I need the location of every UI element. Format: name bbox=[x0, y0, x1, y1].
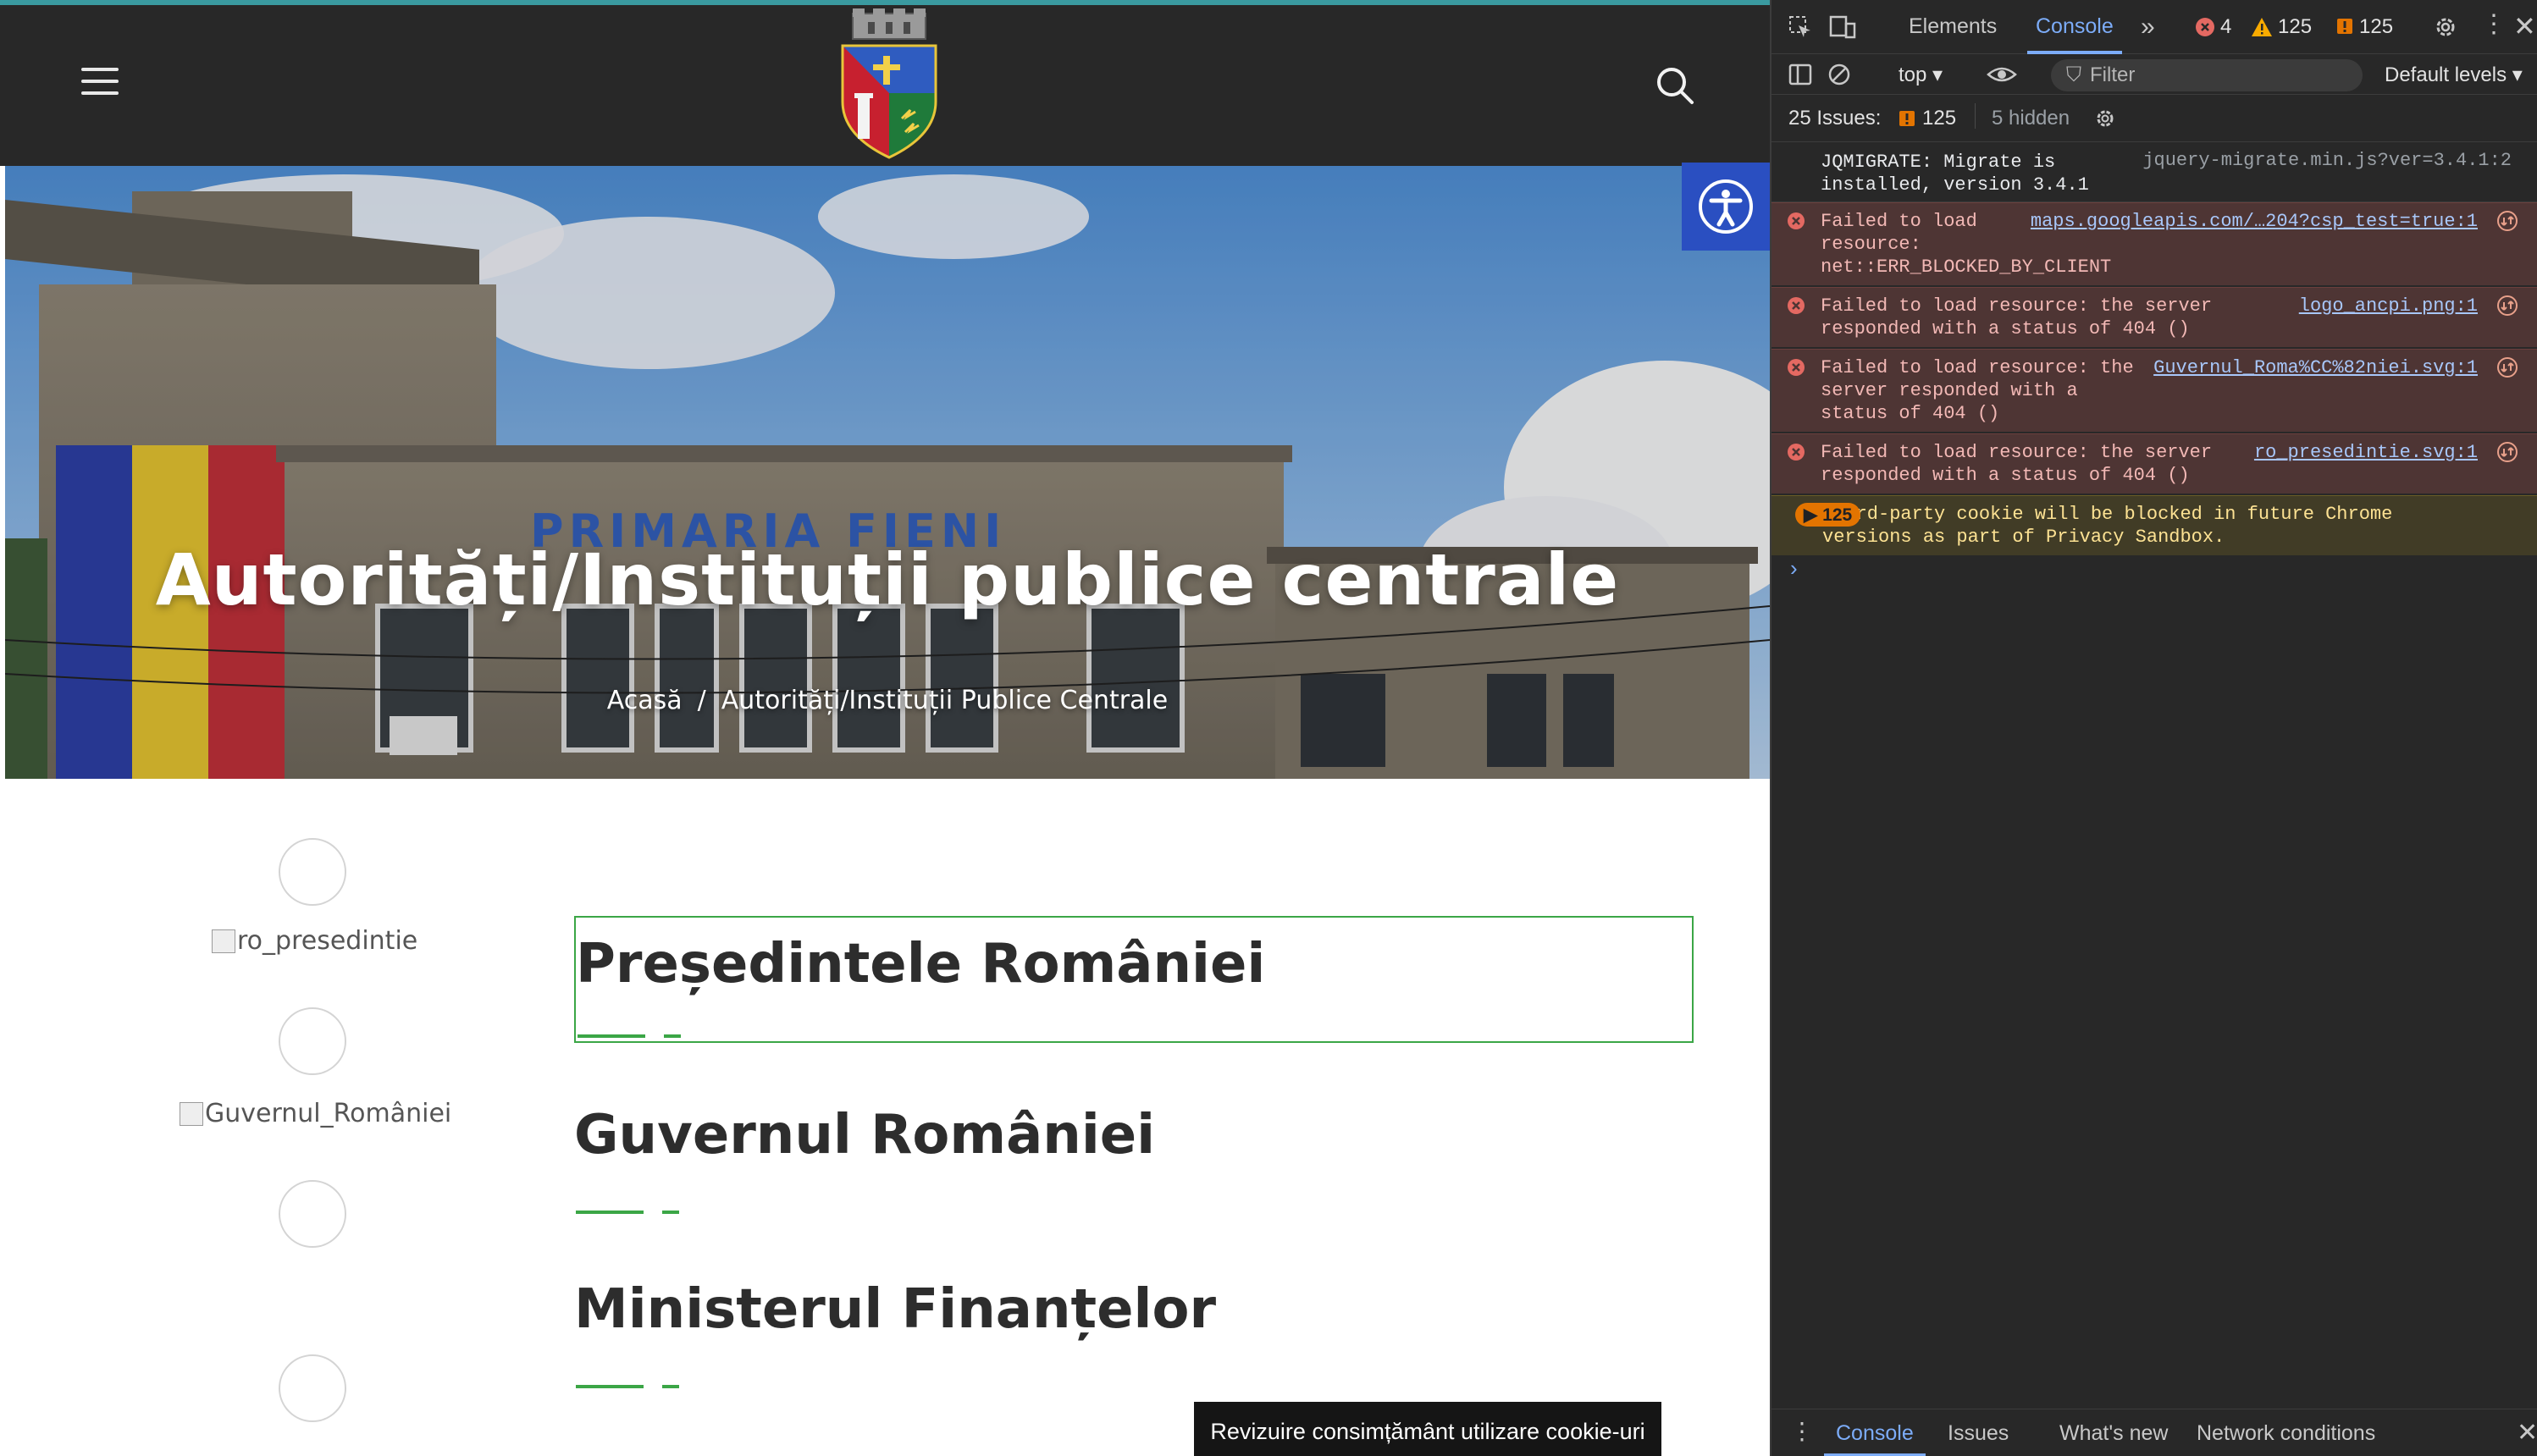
error-icon bbox=[1788, 444, 1805, 461]
network-request-icon[interactable] bbox=[2496, 295, 2518, 317]
more-options-icon[interactable]: ⋮ bbox=[2481, 12, 2507, 37]
broken-image-ro-presedintie: ro_presedintie bbox=[212, 926, 417, 956]
broken-image-guvernul: Guvernul_României bbox=[180, 1099, 451, 1128]
cookie-consent-button[interactable]: Revizuire consimțământ utilizare cookie-… bbox=[1194, 1402, 1661, 1456]
network-request-icon[interactable] bbox=[2496, 210, 2518, 232]
message-source-link[interactable]: Guvernul_Roma%CC%82niei.svg:1 bbox=[2153, 356, 2478, 379]
website-viewport: PRIMARIA FIENI Autorități/Instituții pub… bbox=[0, 0, 1770, 1456]
message-source-link[interactable]: ro_presedintie.svg:1 bbox=[2254, 441, 2478, 464]
breadcrumb: Acasă / Autorități/Instituții Publice Cent… bbox=[5, 686, 1770, 715]
warning-counter[interactable]: 125 bbox=[2251, 15, 2312, 39]
close-icon[interactable]: ✕ bbox=[2513, 10, 2536, 42]
drawer-tab-console[interactable]: Console bbox=[1824, 1409, 1926, 1456]
close-drawer-icon[interactable]: ✕ bbox=[2517, 1418, 2537, 1448]
console-message-warning-group[interactable]: ▶ 125 Third-party cookie will be blocked … bbox=[1771, 495, 2537, 555]
message-source-link[interactable]: jquery-migrate.min.js?ver=3.4.1:2 bbox=[2142, 149, 2512, 172]
page-title: Autorități/Instituții publice centrale bbox=[155, 538, 1620, 621]
breadcrumb-current: Autorități/Instituții Publice Centrale bbox=[721, 686, 1169, 715]
filter-funnel-icon: ⛉ bbox=[2066, 63, 2081, 86]
entry-ministerul-finantelor[interactable]: Ministerul Finanțelor bbox=[574, 1266, 1694, 1393]
issues-counter[interactable]: 125 bbox=[2335, 15, 2393, 39]
network-request-icon[interactable] bbox=[2496, 441, 2518, 463]
breadcrumb-home-link[interactable]: Acasă bbox=[607, 686, 683, 715]
inspect-element-icon[interactable] bbox=[1788, 15, 1812, 39]
hidden-issues-count: 5 hidden bbox=[1992, 106, 2070, 130]
error-icon bbox=[1788, 297, 1805, 314]
log-levels-dropdown[interactable]: Default levels ▾ bbox=[2385, 63, 2523, 87]
tab-console[interactable]: Console bbox=[2027, 0, 2122, 54]
drawer-tab-issues[interactable]: Issues bbox=[1948, 1409, 2009, 1456]
accessibility-button[interactable] bbox=[1682, 163, 1770, 251]
issue-flag-icon bbox=[1899, 110, 1915, 126]
broken-image-icon bbox=[180, 1101, 203, 1126]
broken-image-icon bbox=[212, 929, 235, 953]
error-icon bbox=[1788, 359, 1805, 376]
drawer-tab-network-conditions[interactable]: Network conditions bbox=[2197, 1409, 2375, 1456]
warning-icon bbox=[2252, 18, 2272, 36]
clear-console-icon[interactable] bbox=[1827, 63, 1851, 86]
drawer-tab-whats-new[interactable]: What's new bbox=[2059, 1409, 2168, 1456]
entry-presedintele[interactable]: Președintele României bbox=[574, 916, 1694, 1043]
issue-flag-icon bbox=[2337, 19, 2352, 34]
site-header bbox=[0, 5, 1770, 166]
message-source-link[interactable]: maps.googleapis.com/…204?csp_test=true:1 bbox=[2031, 210, 2478, 233]
more-tabs-icon[interactable]: » bbox=[2141, 0, 2155, 54]
error-icon bbox=[2196, 18, 2214, 36]
menu-icon[interactable] bbox=[81, 68, 119, 95]
entry-title[interactable]: Președintele României bbox=[576, 933, 1692, 995]
drawer-menu-icon[interactable]: ⋮ bbox=[1790, 1420, 1814, 1443]
error-icon bbox=[1788, 212, 1805, 229]
image-loading-circle bbox=[279, 1180, 346, 1248]
console-toolbar: top ▾ ⛉ Filter Default levels ▾ bbox=[1771, 54, 2537, 95]
devtools-tabbar: Elements Console » 4 125 125 ⋮ ✕ bbox=[1771, 0, 2537, 54]
console-message-error[interactable]: Failed to load resource: the server resp… bbox=[1771, 287, 2537, 347]
entry-guvernul[interactable]: Guvernul României bbox=[574, 1092, 1694, 1219]
tab-elements[interactable]: Elements bbox=[1909, 0, 1997, 54]
error-counter[interactable]: 4 bbox=[2195, 15, 2231, 39]
issues-bar: 25 Issues: 125 5 hidden bbox=[1771, 95, 2537, 142]
entry-title[interactable]: Guvernul României bbox=[574, 1104, 1694, 1166]
network-request-icon[interactable] bbox=[2496, 356, 2518, 378]
prompt-chevron-icon: › bbox=[1790, 555, 1798, 581]
hero-banner: PRIMARIA FIENI Autorități/Instituții pub… bbox=[5, 166, 1770, 779]
accessibility-icon bbox=[1699, 179, 1753, 234]
image-loading-circle bbox=[279, 838, 346, 906]
expand-triangle-icon: ▶ bbox=[1804, 505, 1818, 525]
drawer-tabbar: ⋮ Console Issues What's new Network cond… bbox=[1771, 1409, 2537, 1456]
console-message-error[interactable]: Failed to load resource: the server resp… bbox=[1771, 433, 2537, 494]
console-prompt[interactable]: › bbox=[1771, 555, 2537, 589]
search-icon[interactable] bbox=[1654, 64, 1696, 107]
console-messages: JQMIGRATE: Migrate is installed, version… bbox=[1771, 142, 2537, 589]
breadcrumb-separator: / bbox=[697, 686, 706, 715]
sidebar-toggle-icon[interactable] bbox=[1788, 63, 1812, 86]
coat-of-arms-logo[interactable] bbox=[834, 8, 944, 159]
warning-group-badge[interactable]: ▶ 125 bbox=[1795, 503, 1861, 527]
console-message-info[interactable]: JQMIGRATE: Migrate is installed, version… bbox=[1771, 142, 2537, 202]
console-filter-input[interactable]: ⛉ Filter bbox=[2051, 59, 2363, 91]
issues-count-link[interactable]: 125 bbox=[1899, 107, 1956, 130]
image-loading-circle bbox=[279, 1354, 346, 1422]
console-message-error[interactable]: Failed to load resource: the server resp… bbox=[1771, 349, 2537, 432]
devtools-panel: Elements Console » 4 125 125 ⋮ ✕ top ▾ ⛉… bbox=[1770, 0, 2537, 1456]
settings-gear-icon[interactable] bbox=[2432, 14, 2459, 41]
entry-title[interactable]: Ministerul Finanțelor bbox=[574, 1278, 1694, 1341]
issues-label: 25 Issues: bbox=[1788, 106, 1882, 130]
live-expression-eye-icon[interactable] bbox=[1987, 63, 2017, 86]
device-toolbar-icon[interactable] bbox=[1829, 15, 1856, 39]
message-source-link[interactable]: logo_ancpi.png:1 bbox=[2299, 295, 2478, 317]
console-message-error[interactable]: Failed to load resource: net::ERR_BLOCKE… bbox=[1771, 202, 2537, 285]
issues-settings-gear-icon[interactable] bbox=[2093, 107, 2117, 130]
image-loading-circle bbox=[279, 1007, 346, 1075]
context-selector[interactable]: top ▾ bbox=[1899, 63, 1943, 87]
